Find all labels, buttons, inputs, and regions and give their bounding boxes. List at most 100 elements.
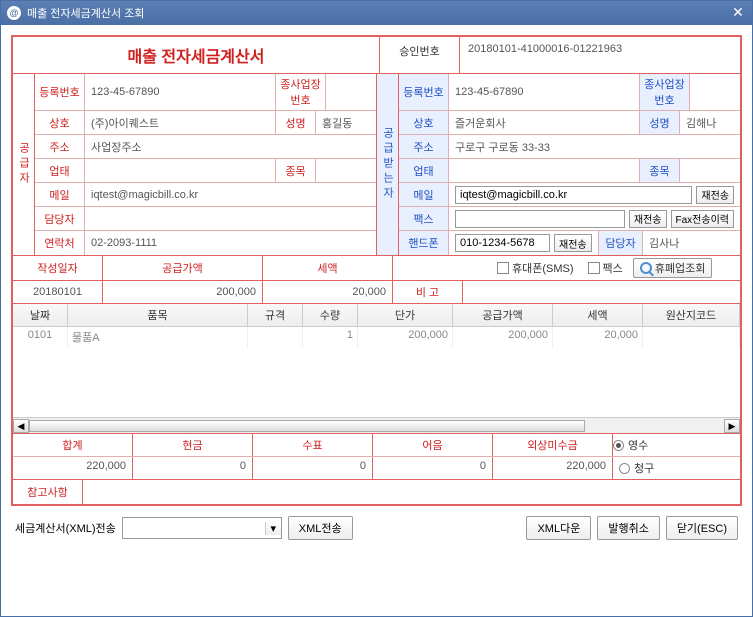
checkbox-icon bbox=[588, 262, 600, 274]
check-value: 0 bbox=[253, 457, 373, 479]
supplier-table: 등록번호 123-45-67890 종사업장번호 상호 (주)아이퀘스트 성명 … bbox=[35, 74, 376, 255]
table-row[interactable]: 0101 물품A 1 200,000 200,000 20,000 bbox=[13, 327, 740, 347]
note-row: 참고사항 bbox=[13, 480, 740, 504]
fax-checkbox[interactable]: 팩스 bbox=[588, 260, 623, 276]
receiver-email-input[interactable] bbox=[455, 186, 692, 204]
phone-resend-button[interactable]: 재전송 bbox=[554, 234, 592, 252]
check-label: 수표 bbox=[253, 434, 373, 456]
content: 매출 전자세금계산서 승인번호 20180101-41000016-012219… bbox=[1, 25, 752, 550]
supplier-tel-label: 연락처 bbox=[35, 231, 85, 255]
note-value: 0 bbox=[373, 457, 493, 479]
claim-radio-group: 청구 bbox=[613, 457, 740, 479]
receiver-subbiz-label: 종사업장번호 bbox=[640, 74, 690, 110]
receiver-fax-cell: 재전송 Fax전송이력 bbox=[449, 207, 740, 230]
receiver-name-label: 상호 bbox=[399, 111, 449, 134]
doc-title: 매출 전자세금계산서 bbox=[13, 37, 380, 73]
cell-qty: 1 bbox=[303, 327, 358, 347]
receiver-addr-label: 주소 bbox=[399, 135, 449, 158]
supply-value: 200,000 bbox=[103, 281, 263, 303]
amount-values: 20180101 200,000 20,000 비 고 bbox=[13, 281, 740, 304]
xml-combo[interactable]: ▾ bbox=[122, 517, 282, 539]
issue-cancel-button[interactable]: 발행취소 bbox=[597, 516, 659, 540]
supplier-addr-label: 주소 bbox=[35, 135, 85, 158]
receiver-name: 즐거운회사 bbox=[449, 111, 640, 134]
cell-tax: 20,000 bbox=[553, 327, 643, 347]
col-price: 단가 bbox=[358, 304, 453, 326]
xml-send-button[interactable]: XML전송 bbox=[288, 516, 353, 540]
receiver-regno-label: 등록번호 bbox=[399, 74, 449, 110]
supplier-mgr-label: 담당자 bbox=[35, 207, 85, 230]
receiver-subbiz bbox=[690, 74, 740, 110]
reference-label: 참고사항 bbox=[13, 480, 83, 504]
receiver-fax-input[interactable] bbox=[455, 210, 625, 228]
totals-labels: 합계 현금 수표 어음 외상미수금 영수 bbox=[13, 433, 740, 457]
supplier-ceo: 홍길동 bbox=[316, 111, 376, 134]
tax-value: 20,000 bbox=[263, 281, 393, 303]
tax-label: 세액 bbox=[263, 256, 393, 280]
email-resend-button[interactable]: 재전송 bbox=[696, 186, 734, 204]
scroll-thumb[interactable] bbox=[29, 420, 585, 432]
sms-checkbox[interactable]: 휴대폰(SMS) bbox=[497, 260, 574, 276]
supplier-regno-label: 등록번호 bbox=[35, 74, 85, 110]
receiver-fax-label: 팩스 bbox=[399, 207, 449, 230]
col-item: 품목 bbox=[68, 304, 248, 326]
reference-value bbox=[83, 480, 740, 504]
receipt-radio-group: 영수 bbox=[613, 434, 740, 456]
closure-lookup-button[interactable]: 휴폐업조회 bbox=[633, 258, 713, 278]
col-origin: 원산지코드 bbox=[643, 304, 740, 326]
close-icon[interactable]: ✕ bbox=[730, 5, 746, 21]
supplier-email: iqtest@magicbill.co.kr bbox=[85, 183, 376, 206]
receiver-biztype-label: 업태 bbox=[399, 159, 449, 182]
remark-value bbox=[463, 281, 740, 303]
supplier-mgr bbox=[85, 207, 376, 230]
receiver-mgr-label: 담당자 bbox=[599, 231, 643, 255]
receiver-vlabel: 공급받는자 bbox=[377, 74, 399, 255]
items-header: 날짜 품목 규격 수량 단가 공급가액 세액 원산지코드 bbox=[13, 304, 740, 327]
total-label: 합계 bbox=[13, 434, 133, 456]
fax-history-button[interactable]: Fax전송이력 bbox=[671, 210, 734, 228]
receiver-phone-input[interactable] bbox=[455, 234, 550, 252]
total-value: 220,000 bbox=[13, 457, 133, 479]
receiver-regno: 123-45-67890 bbox=[449, 74, 640, 110]
fax-resend-button[interactable]: 재전송 bbox=[629, 210, 667, 228]
cell-spec bbox=[248, 327, 303, 347]
items-body: 0101 물품A 1 200,000 200,000 20,000 bbox=[13, 327, 740, 417]
xml-download-button[interactable]: XML다운 bbox=[526, 516, 591, 540]
scroll-right-icon[interactable]: ▶ bbox=[724, 419, 740, 433]
receiver-table: 등록번호 123-45-67890 종사업장번호 상호 즐거운회사 성명 김해나 bbox=[399, 74, 740, 255]
supply-label: 공급가액 bbox=[103, 256, 263, 280]
receiver-ceo-label: 성명 bbox=[640, 111, 680, 134]
receipt-radio[interactable]: 영수 bbox=[613, 437, 740, 453]
approval-label: 승인번호 bbox=[380, 37, 460, 73]
receiver-bizitem bbox=[680, 159, 740, 182]
options-cell: 휴대폰(SMS) 팩스 휴폐업조회 bbox=[393, 256, 740, 280]
scroll-track[interactable] bbox=[29, 419, 724, 433]
col-supply: 공급가액 bbox=[453, 304, 553, 326]
receiver-addr: 구로구 구로동 33-33 bbox=[449, 135, 740, 158]
supplier-bizitem bbox=[316, 159, 376, 182]
receiver-email-label: 메일 bbox=[399, 183, 449, 206]
supplier-ceo-label: 성명 bbox=[276, 111, 316, 134]
supplier-vlabel: 공급자 bbox=[13, 74, 35, 255]
horizontal-scrollbar[interactable]: ◀ ▶ bbox=[13, 417, 740, 433]
supplier-name-label: 상호 bbox=[35, 111, 85, 134]
amount-labels: 작성일자 공급가액 세액 휴대폰(SMS) 팩스 휴폐업조회 bbox=[13, 256, 740, 281]
receiver-ceo: 김해나 bbox=[680, 111, 740, 134]
date-label: 작성일자 bbox=[13, 256, 103, 280]
titlebar: @ 매출 전자세금계산서 조회 ✕ bbox=[1, 1, 752, 25]
scroll-left-icon[interactable]: ◀ bbox=[13, 419, 29, 433]
date-value: 20180101 bbox=[13, 281, 103, 303]
cash-label: 현금 bbox=[133, 434, 253, 456]
supplier-addr: 사업장주소 bbox=[85, 135, 376, 158]
close-button[interactable]: 닫기(ESC) bbox=[666, 516, 738, 540]
receiver-bizitem-label: 종목 bbox=[640, 159, 680, 182]
receiver-panel: 공급받는자 등록번호 123-45-67890 종사업장번호 상호 즐거운회사 … bbox=[377, 74, 740, 255]
supplier-subbiz-label: 종사업장번호 bbox=[276, 74, 326, 110]
col-date: 날짜 bbox=[13, 304, 68, 326]
supplier-bizitem-label: 종목 bbox=[276, 159, 316, 182]
supplier-biztype-label: 업태 bbox=[35, 159, 85, 182]
claim-radio[interactable]: 청구 bbox=[619, 460, 734, 476]
cell-supply: 200,000 bbox=[453, 327, 553, 347]
chevron-down-icon[interactable]: ▾ bbox=[265, 522, 281, 535]
radio-icon bbox=[613, 440, 624, 451]
